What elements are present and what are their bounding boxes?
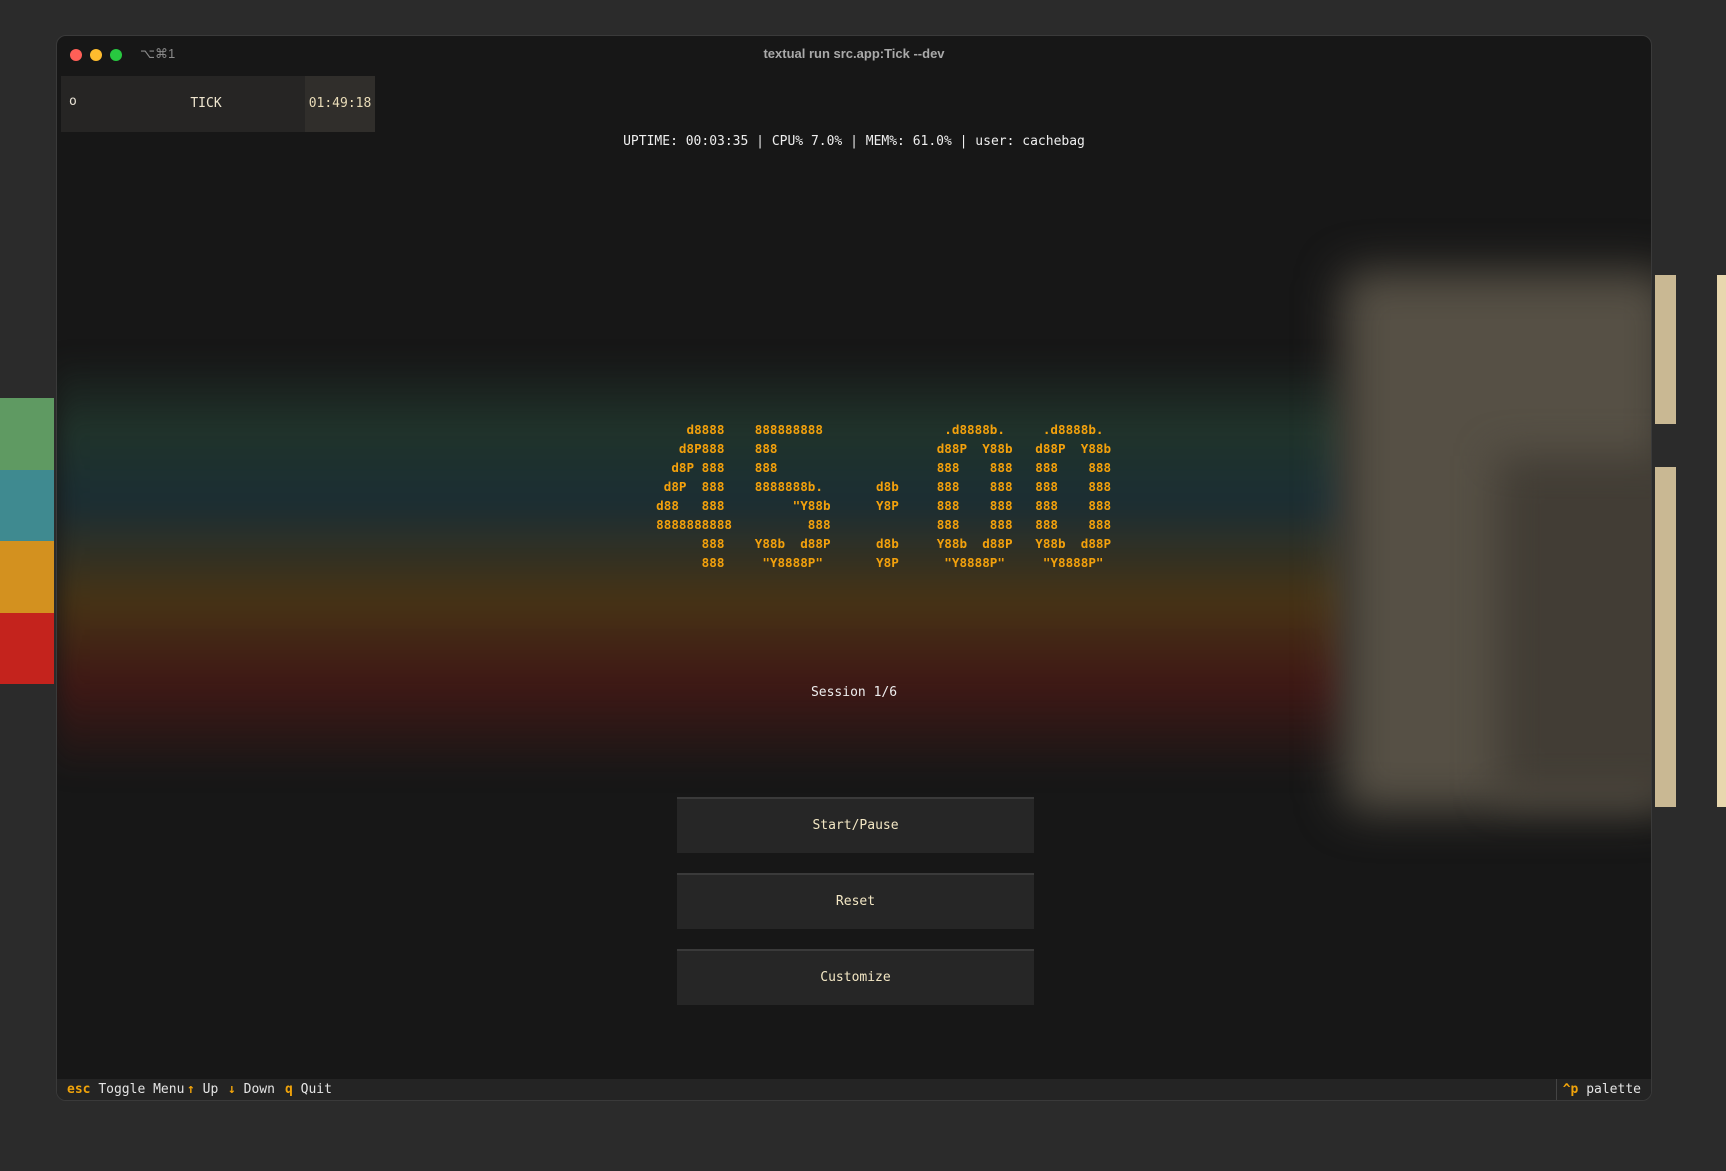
desktop-color-stripes bbox=[0, 398, 54, 684]
app-header: o TICK 01:49:18 bbox=[61, 76, 375, 132]
title-bar: ⌥⌘1 textual run src.app:Tick --dev bbox=[57, 36, 1651, 72]
arrow-down-icon: ↓ bbox=[228, 1082, 236, 1097]
system-status-line: UPTIME: 00:03:35 | CPU% 7.0% | MEM%: 61.… bbox=[623, 134, 1085, 149]
binding-down[interactable]: ↓ Down bbox=[228, 1079, 275, 1100]
header-clock: 01:49:18 bbox=[305, 76, 375, 132]
desktop-bar bbox=[1717, 275, 1726, 807]
desktop-bar bbox=[1655, 467, 1676, 807]
customize-button[interactable]: Customize bbox=[677, 949, 1034, 1005]
binding-label: Up bbox=[202, 1082, 219, 1097]
stripe-teal bbox=[0, 469, 54, 541]
binding-up[interactable]: ↑ Up bbox=[187, 1079, 218, 1100]
arrow-up-icon: ↑ bbox=[187, 1082, 195, 1097]
binding-label: Quit bbox=[300, 1082, 332, 1097]
stripe-red bbox=[0, 612, 54, 684]
start-pause-button[interactable]: Start/Pause bbox=[677, 797, 1034, 853]
binding-key: esc bbox=[67, 1082, 91, 1097]
session-counter: Session 1/6 bbox=[810, 685, 898, 700]
command-palette-binding[interactable]: ^p palette bbox=[1555, 1079, 1641, 1100]
window-title: textual run src.app:Tick --dev bbox=[763, 46, 945, 61]
timer-display: d8888 888888888 .d8888b. .d8888b. d8P888… bbox=[656, 422, 1112, 570]
footer-bar: esc Toggle Menu ↑ Up ↓ Down q Quit ^p pa… bbox=[57, 1079, 1651, 1100]
binding-key: q bbox=[285, 1082, 293, 1097]
binding-quit[interactable]: q Quit bbox=[285, 1079, 332, 1100]
binding-label: Down bbox=[243, 1082, 275, 1097]
terminal-window: ⌥⌘1 textual run src.app:Tick --dev o TIC… bbox=[56, 35, 1652, 1101]
binding-key: ^p bbox=[1562, 1082, 1579, 1097]
stripe-green bbox=[0, 398, 54, 470]
reset-button[interactable]: Reset bbox=[677, 873, 1034, 929]
binding-label: Toggle Menu bbox=[98, 1082, 185, 1097]
binding-label: palette bbox=[1586, 1082, 1641, 1097]
stripe-orange bbox=[0, 541, 54, 613]
blurred-backdrop bbox=[1497, 456, 1651, 796]
binding-toggle-menu[interactable]: esc Toggle Menu bbox=[67, 1079, 184, 1100]
desktop-bar bbox=[1655, 275, 1676, 424]
